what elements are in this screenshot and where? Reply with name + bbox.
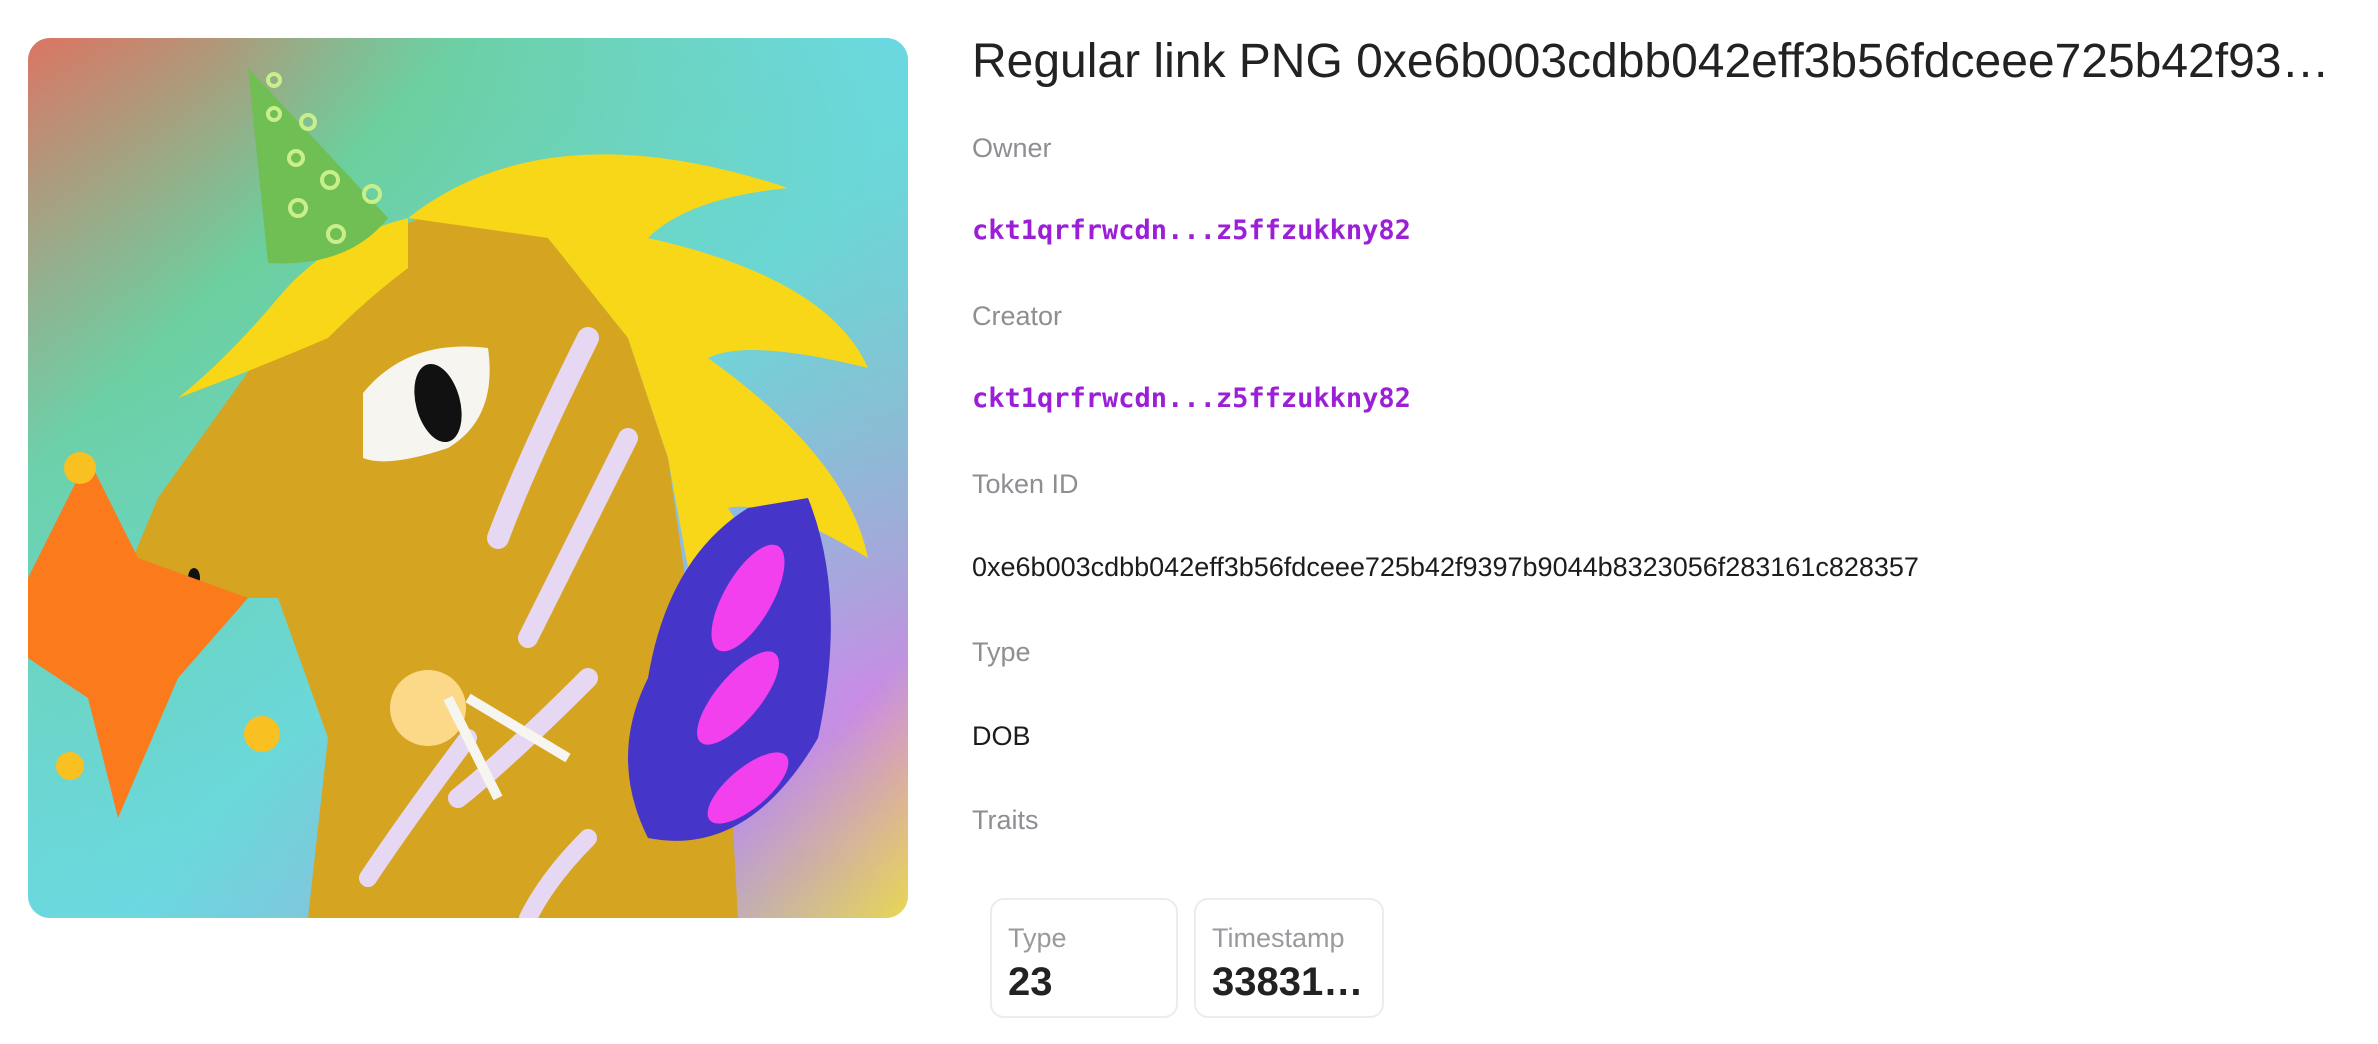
type-value: DOB — [972, 721, 1031, 751]
traits-label: Traits — [972, 805, 1039, 835]
trait-name: Timestamp — [1212, 923, 1345, 953]
owner-address-link[interactable]: ckt1qrfrwcdn...z5ffzukkny82 — [972, 213, 1411, 249]
trait-card-timestamp: Timestamp 33831… — [1194, 898, 1384, 1018]
token-id-label: Token ID — [972, 469, 1079, 499]
trait-value: 23 — [1008, 960, 1053, 1004]
owner-label: Owner — [972, 133, 1052, 163]
creator-address-link[interactable]: ckt1qrfrwcdn...z5ffzukkny82 — [972, 381, 1411, 417]
token-id-value: 0xe6b003cdbb042eff3b56fdceee725b42f9397b… — [972, 552, 1919, 582]
creator-label: Creator — [972, 301, 1063, 331]
type-label: Type — [972, 637, 1031, 667]
nft-artwork-image[interactable] — [28, 38, 908, 918]
trait-card-type: Type 23 — [990, 898, 1178, 1018]
nft-detail-page: Regular link PNG 0xe6b003cdbb042eff3b56f… — [0, 0, 2378, 1044]
trait-value: 33831… — [1212, 960, 1364, 1004]
trait-name: Type — [1008, 923, 1067, 953]
nft-title: Regular link PNG 0xe6b003cdbb042eff3b56f… — [972, 35, 2342, 88]
